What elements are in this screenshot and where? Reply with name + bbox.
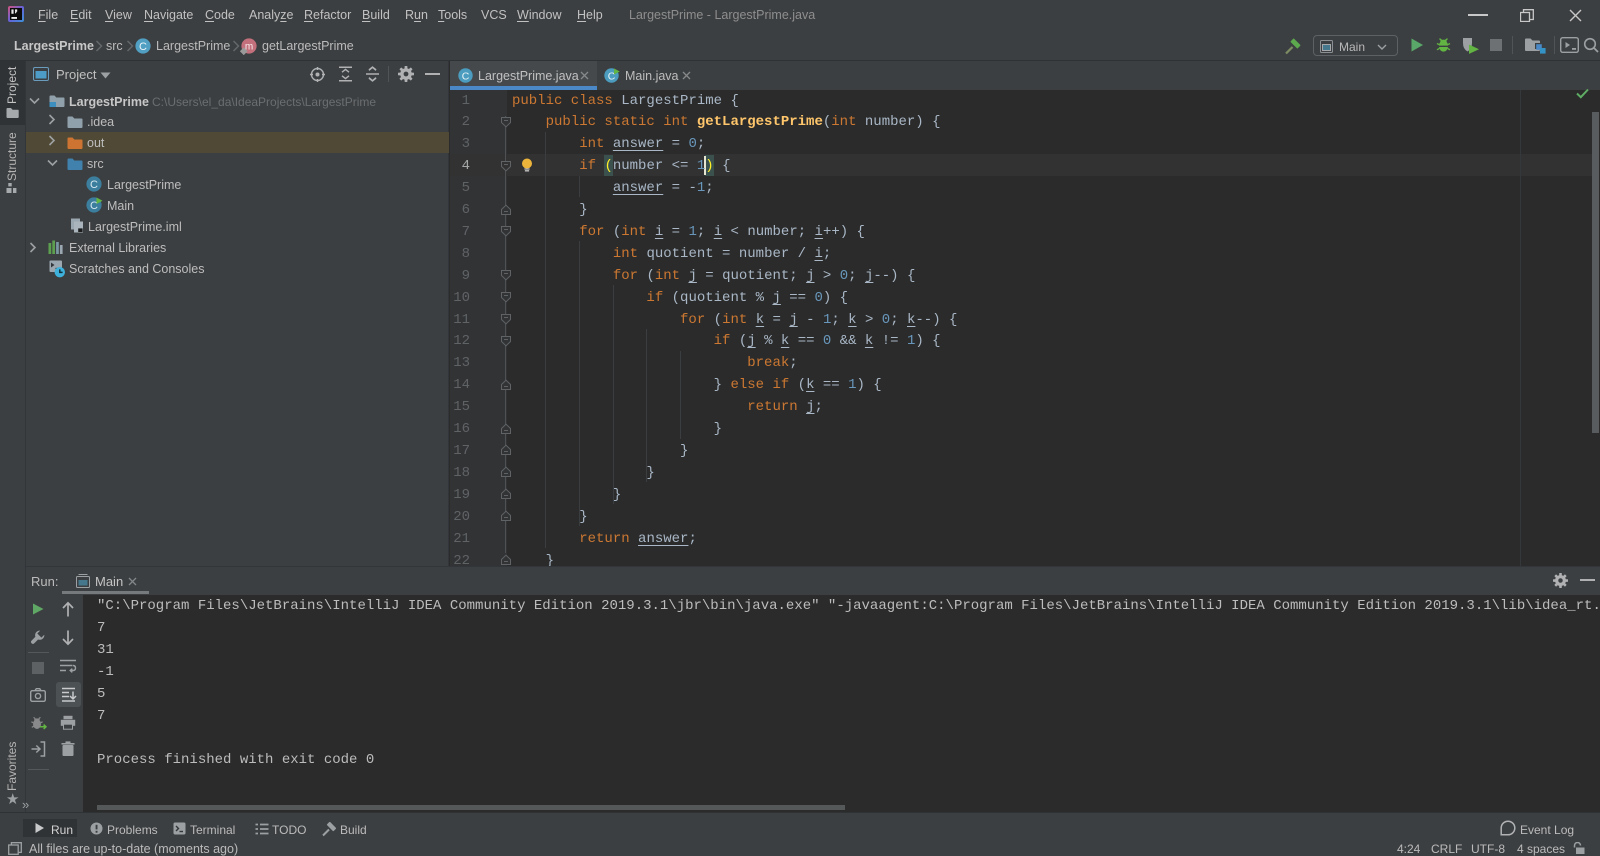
svg-text:C: C <box>90 179 98 191</box>
svg-text:C: C <box>462 70 470 82</box>
svg-text:C: C <box>139 41 147 53</box>
